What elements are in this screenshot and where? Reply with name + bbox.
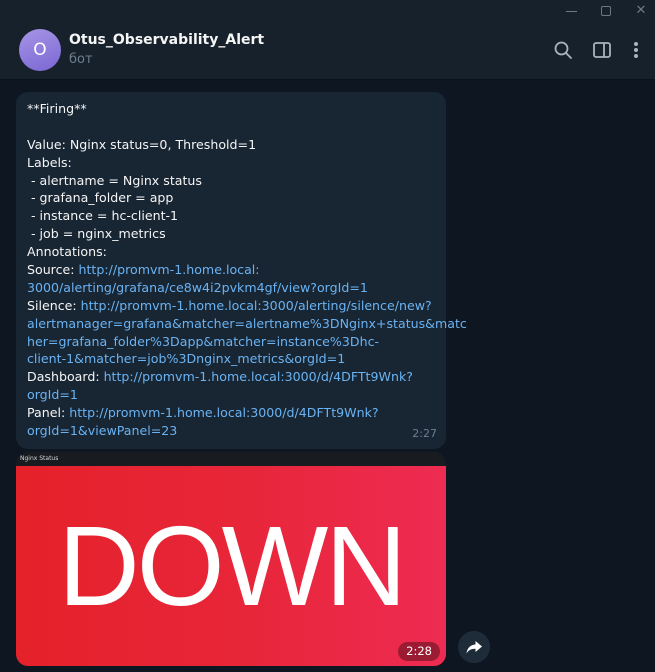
message-link[interactable]: orgId=1	[27, 387, 78, 402]
grafana-panel-image[interactable]: Nginx Status DOWN 2:28	[16, 452, 446, 666]
minimize-icon[interactable]	[562, 2, 580, 20]
message-line: Value: Nginx status=0, Threshold=1	[27, 136, 435, 154]
message-link[interactable]: 3000/alerting/grafana/ce8w4i2pvkm4gf/vie…	[27, 280, 368, 295]
line-label: - alertname = Nginx status	[27, 172, 202, 188]
line-label: **Firing**	[27, 101, 87, 116]
message-link[interactable]: http://promvm-1.home.local:3000/alerting…	[81, 298, 432, 313]
message-bubble[interactable]: **Firing** Value: Nginx status=0, Thresho…	[16, 92, 467, 449]
more-vertical-icon[interactable]	[626, 39, 646, 61]
message-line: - instance = hc-client-1	[27, 207, 435, 225]
search-icon[interactable]	[552, 39, 574, 61]
line-label: - job = nginx_metrics	[27, 226, 166, 242]
line-label: Value: Nginx status=0, Threshold=1	[27, 136, 257, 152]
chat-status: бот	[69, 52, 93, 67]
telegram-window: ✕ O Otus_Observability_Alert бот **Firin…	[0, 0, 655, 672]
message-line: orgId=1	[27, 386, 435, 404]
message-link[interactable]: http://promvm-1.home.local:3000/d/4DFTt9…	[69, 405, 378, 420]
chat-title[interactable]: Otus_Observability_Alert	[69, 32, 264, 48]
message-line: - job = nginx_metrics	[27, 225, 435, 243]
panel-header: Nginx Status	[16, 452, 446, 466]
message-link[interactable]: http://promvm-1.home.local:3000/d/4DFTt9…	[104, 369, 413, 384]
close-icon[interactable]: ✕	[632, 2, 650, 20]
line-label: Labels:	[27, 154, 72, 170]
maximize-icon[interactable]	[597, 2, 615, 20]
message-line: her=grafana_folder%3Dapp&matcher=instanc…	[27, 333, 435, 351]
line-label: Silence:	[27, 297, 81, 313]
message-line	[27, 118, 435, 136]
message-line: - grafana_folder = app	[27, 189, 435, 207]
message-line: alertmanager=grafana&matcher=alertname%3…	[27, 315, 467, 333]
line-label: - instance = hc-client-1	[27, 208, 179, 224]
message-line: **Firing**	[27, 100, 435, 118]
line-label: Panel:	[27, 405, 70, 421]
message-line: Source: http://promvm-1.home.local:	[27, 261, 435, 279]
message-line: orgId=1&viewPanel=23	[27, 422, 435, 440]
message-time: 2:27	[412, 427, 437, 441]
message-link[interactable]: orgId=1&viewPanel=23	[27, 423, 177, 438]
window-titlebar: ✕	[0, 0, 655, 22]
photo-time: 2:28	[398, 642, 440, 661]
message-line: Panel: http://promvm-1.home.local:3000/d…	[27, 404, 435, 422]
line-label: Source:	[27, 262, 79, 278]
line-label: Dashboard:	[27, 369, 104, 385]
message-link[interactable]: alertmanager=grafana&matcher=alertname%3…	[27, 316, 467, 331]
message-link[interactable]: client-1&matcher=job%3Dnginx_metrics&org…	[27, 351, 345, 366]
stat-panel: DOWN	[16, 466, 446, 666]
message-line: client-1&matcher=job%3Dnginx_metrics&org…	[27, 350, 435, 368]
message-link[interactable]: her=grafana_folder%3Dapp&matcher=instanc…	[27, 334, 379, 349]
message-line: Labels:	[27, 154, 435, 172]
forward-arrow-icon[interactable]	[458, 631, 490, 663]
avatar[interactable]: O	[19, 29, 61, 71]
line-label: Annotations:	[27, 244, 107, 260]
message-line: Dashboard: http://promvm-1.home.local:30…	[27, 368, 435, 386]
message-line: - alertname = Nginx status	[27, 172, 435, 190]
sidebar-panel-icon[interactable]	[591, 39, 613, 61]
chat-header[interactable]: O Otus_Observability_Alert бот	[0, 22, 655, 80]
message-text: **Firing** Value: Nginx status=0, Thresho…	[27, 100, 467, 440]
line-label: - grafana_folder = app	[27, 190, 174, 206]
message-line: 3000/alerting/grafana/ce8w4i2pvkm4gf/vie…	[27, 279, 435, 297]
message-line: Silence: http://promvm-1.home.local:3000…	[27, 297, 435, 315]
panel-title: Nginx Status	[20, 455, 59, 462]
message-line: Annotations:	[27, 243, 435, 261]
status-value: DOWN	[58, 503, 407, 629]
message-link[interactable]: http://promvm-1.home.local:	[79, 262, 260, 277]
